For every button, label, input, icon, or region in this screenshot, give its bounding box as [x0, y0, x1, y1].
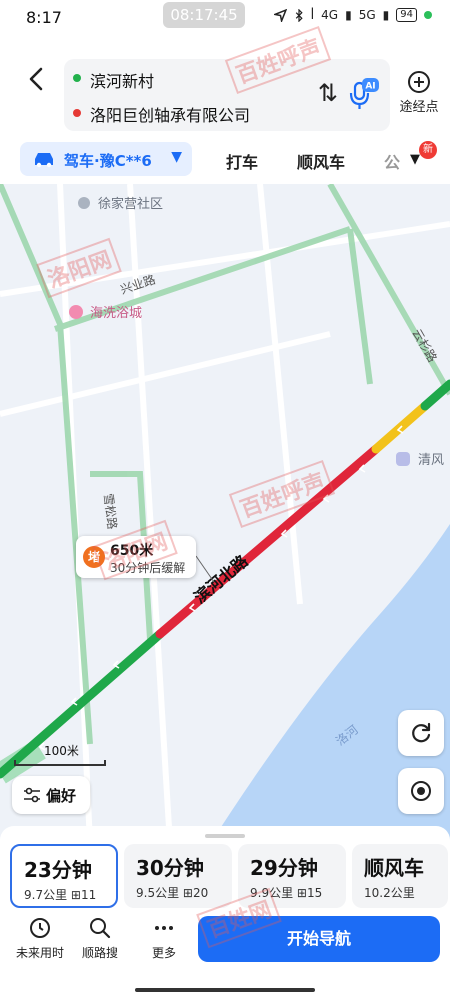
search-along-label: 顺路搜 — [81, 946, 118, 960]
waypoint-label: 途经点 — [399, 100, 439, 115]
route-distance: 9.7公里 — [24, 888, 68, 902]
tab-carpool[interactable]: 顺风车 — [297, 149, 345, 173]
destination-field[interactable]: 洛阳巨创轴承有限公司 — [90, 102, 250, 126]
screen-record-time: 08:17:45 — [163, 2, 245, 28]
community-poi-icon — [78, 197, 90, 209]
more-modes-chevron-icon[interactable]: ▼ — [410, 152, 420, 167]
sheet-drag-handle[interactable] — [205, 834, 245, 838]
jam-eta: 30分钟后缓解 — [110, 561, 186, 575]
route-header: 滨河新村 洛阳巨创轴承有限公司 ⇅ AI 途经点 驾车·豫C**6 ▼ 打车 顺… — [0, 34, 450, 184]
refresh-icon — [412, 722, 431, 743]
poi-qingfeng[interactable]: 清风 — [418, 453, 444, 468]
locate-me-button[interactable] — [398, 768, 444, 814]
refresh-route-button[interactable] — [398, 710, 444, 756]
status-time: 8:17 — [26, 8, 62, 27]
route-input-box: 滨河新村 洛阳巨创轴承有限公司 ⇅ AI — [64, 59, 390, 131]
search-along-button[interactable]: 顺路搜 — [70, 916, 130, 961]
chevron-down-icon: ▼ — [171, 149, 182, 165]
tab-more-partial[interactable]: 公 — [384, 149, 400, 173]
network-4g: 4G — [321, 8, 339, 22]
add-waypoint-button[interactable]: 途经点 — [396, 70, 442, 115]
future-time-label: 未来用时 — [15, 946, 64, 960]
home-indicator[interactable] — [135, 988, 315, 992]
route-time: 23分钟 — [24, 858, 92, 882]
more-button[interactable]: 更多 — [134, 916, 194, 961]
route-time: 顺风车 — [364, 856, 424, 880]
route-lights: 11 — [80, 888, 97, 902]
future-time-button[interactable]: 未来用时 — [10, 916, 70, 961]
map-scale: 100米 — [14, 742, 114, 766]
route-meta: 9.5公里 ⊞20 — [136, 884, 208, 901]
traffic-jam-popup[interactable]: 堵 650米 30分钟后缓解 — [76, 536, 196, 578]
car-icon — [35, 153, 53, 168]
jam-distance: 650米 — [110, 543, 154, 559]
scale-bar — [14, 760, 106, 766]
tab-driving[interactable]: 驾车·豫C**6 ▼ — [20, 142, 192, 176]
driving-plate-label: 驾车·豫C**6 — [64, 152, 152, 170]
route-option-carpool[interactable]: 顺风车 10.2公里 — [352, 844, 448, 908]
traffic-light-icon: ⊞ — [70, 888, 81, 902]
clock-icon — [30, 918, 50, 938]
transport-mode-tabs: 驾车·豫C**6 ▼ 打车 顺风车 公 ▼ 新 — [0, 141, 450, 182]
locate-icon — [411, 781, 431, 801]
route-distance: 10.2公里 — [364, 886, 415, 900]
add-circle-icon — [408, 71, 430, 93]
start-navigation-button[interactable]: 开始导航 — [198, 916, 440, 962]
poi-bathhouse[interactable]: 海洗浴城 — [90, 306, 142, 321]
route-lights: 15 — [306, 886, 323, 900]
bath-poi-icon — [69, 305, 83, 319]
route-options-sheet: 23分钟 9.7公里 ⊞11 30分钟 9.5公里 ⊞20 29分钟 9.9公里… — [0, 826, 450, 1000]
route-meta: 9.7公里 ⊞11 — [24, 886, 96, 903]
scale-label: 100米 — [44, 744, 79, 758]
route-lights: 20 — [192, 886, 209, 900]
status-icons: ꟾ 4G ▮ 5G ▮ 94 — [273, 8, 432, 22]
more-label: 更多 — [151, 946, 176, 960]
network-5g: 5G — [358, 8, 376, 22]
route-distance: 9.5公里 — [136, 886, 180, 900]
tab-taxi[interactable]: 打车 — [226, 149, 258, 173]
new-badge: 新 — [419, 141, 437, 159]
jam-icon: 堵 — [83, 546, 105, 568]
traffic-light-icon: ⊞ — [296, 886, 307, 900]
route-option-2[interactable]: 30分钟 9.5公里 ⊞20 — [124, 844, 232, 908]
location-arrow-icon — [273, 8, 287, 22]
traffic-light-icon: ⊞ — [182, 886, 193, 900]
preference-label: 偏好 — [46, 787, 77, 805]
route-meta: 9.9公里 ⊞15 — [250, 884, 322, 901]
destination-dot-icon — [73, 109, 81, 117]
more-dots-icon — [155, 926, 173, 930]
sliders-icon — [24, 787, 40, 803]
origin-dot-icon — [73, 74, 81, 82]
bottom-actions: 未来用时 顺路搜 更多 开始导航 — [0, 916, 450, 996]
map-view[interactable]: 兴业路 雪松路 云杉路 滨河北路 洛河 徐家营社区 海洗浴城 清风 堵 650米… — [0, 184, 450, 844]
ai-label: AI — [365, 82, 375, 92]
poi-qingfeng-icon — [396, 452, 410, 466]
earbuds-icon: ꟾ — [310, 8, 315, 22]
route-distance: 9.9公里 — [250, 886, 294, 900]
route-time: 29分钟 — [250, 856, 318, 880]
route-option-3[interactable]: 29分钟 9.9公里 ⊞15 — [238, 844, 346, 908]
preference-button[interactable]: 偏好 — [12, 776, 90, 814]
ai-voice-icon[interactable]: AI — [346, 77, 380, 111]
bluetooth-icon — [295, 8, 303, 22]
route-option-1[interactable]: 23分钟 9.7公里 ⊞11 — [10, 844, 118, 908]
status-dot-icon — [424, 11, 432, 19]
back-arrow-icon[interactable] — [22, 64, 52, 94]
poi-xujiaying[interactable]: 徐家营社区 — [98, 196, 163, 212]
route-time: 30分钟 — [136, 856, 204, 880]
search-icon — [90, 918, 111, 939]
status-bar: 8:17 08:17:45 ꟾ 4G ▮ 5G ▮ 94 — [0, 0, 450, 34]
origin-field[interactable]: 滨河新村 — [90, 68, 154, 92]
signal-icon-2: ▮ — [382, 8, 390, 22]
swap-route-icon[interactable]: ⇅ — [318, 79, 338, 107]
battery-icon: 94 — [396, 8, 417, 22]
signal-icon: ▮ — [345, 8, 352, 22]
